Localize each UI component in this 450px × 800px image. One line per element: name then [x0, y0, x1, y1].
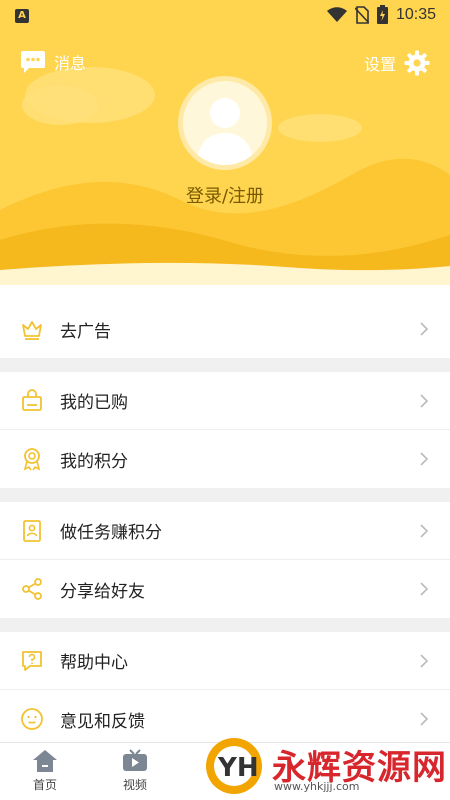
messages-button[interactable]: 消息 [20, 50, 86, 74]
shopping-bag-icon [20, 388, 44, 413]
menu-item-my-points[interactable]: 我的积分 [0, 430, 450, 488]
tv-icon [123, 749, 147, 771]
divider [0, 358, 450, 372]
divider [0, 618, 450, 632]
menu-group-ads: 去广告 [0, 300, 450, 358]
medal-icon [20, 447, 44, 471]
notification-badge: A [15, 9, 29, 23]
watermark-url: www.yhkjjj.com [274, 780, 360, 793]
profile-header: A 10:35 消息 设置 登录/注册 [0, 0, 450, 300]
menu-list: 去广告 我的已购 我的积分 做任务赚积分 分享给好友 帮助中心 意见和反馈 [0, 300, 450, 748]
menu-item-label: 分享给好友 [60, 581, 145, 602]
share-icon [20, 577, 44, 601]
login-register-link[interactable]: 登录/注册 [0, 182, 450, 208]
settings-button[interactable]: 设置 [364, 50, 430, 76]
chevron-right-icon [420, 322, 429, 336]
nav-label: 视频 [122, 778, 147, 792]
watermark: YH 永辉资源网 www.yhkjjj.com [196, 732, 450, 800]
menu-item-label: 意见和反馈 [60, 711, 145, 732]
help-bubble-icon [20, 649, 44, 673]
task-bookmark-icon [20, 519, 44, 543]
settings-label: 设置 [363, 55, 396, 74]
default-user-icon [197, 98, 253, 165]
feedback-face-icon [20, 707, 44, 731]
avatar[interactable] [178, 76, 272, 170]
menu-item-label: 我的积分 [60, 451, 128, 472]
svg-text:YH: YH [217, 753, 259, 783]
chevron-right-icon [420, 523, 429, 538]
chat-bubble-icon [21, 51, 45, 73]
chevron-right-icon [420, 712, 429, 726]
status-time: 10:35 [395, 5, 436, 23]
chevron-right-icon [420, 452, 429, 466]
no-sim-icon [354, 5, 369, 24]
divider [0, 488, 450, 502]
watermark-logo: YH [206, 738, 262, 794]
battery-icon [376, 5, 388, 24]
nav-label: 首页 [32, 778, 57, 792]
nav-tab-video[interactable]: 视频 [90, 743, 180, 800]
chevron-right-icon [420, 582, 429, 596]
menu-item-tasks[interactable]: 做任务赚积分 [0, 502, 450, 560]
chevron-right-icon [420, 653, 429, 668]
menu-item-remove-ads[interactable]: 去广告 [0, 300, 450, 358]
menu-group-support: 帮助中心 意见和反馈 [0, 632, 450, 748]
menu-group-tasks: 做任务赚积分 分享给好友 [0, 502, 450, 618]
menu-item-purchased[interactable]: 我的已购 [0, 372, 450, 430]
menu-item-label: 帮助中心 [60, 653, 128, 673]
status-bar: A 10:35 [0, 0, 450, 32]
menu-item-label: 我的已购 [60, 393, 128, 413]
menu-group-purchases: 我的已购 我的积分 [0, 372, 450, 488]
menu-item-share[interactable]: 分享给好友 [0, 560, 450, 618]
home-icon [33, 750, 57, 772]
crown-icon [20, 317, 44, 341]
nav-tab-home[interactable]: 首页 [0, 743, 90, 800]
menu-item-label: 去广告 [60, 321, 111, 342]
chevron-right-icon [420, 393, 429, 408]
messages-label: 消息 [54, 54, 87, 73]
menu-item-label: 做任务赚积分 [60, 523, 162, 543]
wifi-icon [326, 6, 347, 22]
gear-icon [404, 50, 430, 76]
menu-item-help[interactable]: 帮助中心 [0, 632, 450, 690]
